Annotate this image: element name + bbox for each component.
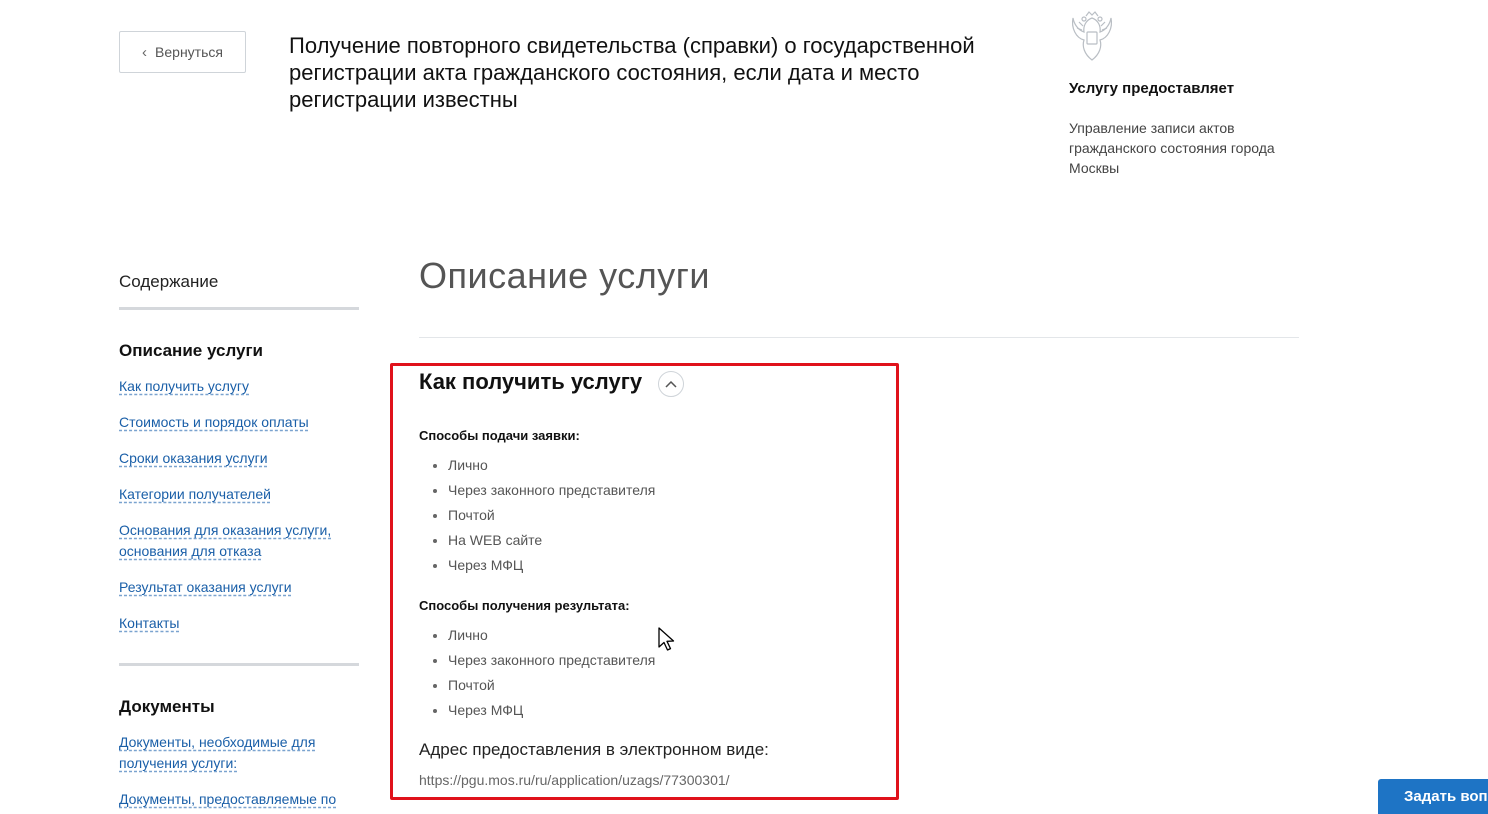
chevron-up-icon bbox=[665, 380, 677, 388]
toc-link-result[interactable]: Результат оказания услуги bbox=[119, 577, 359, 598]
mouse-cursor-icon bbox=[658, 627, 675, 651]
submission-methods-list: Лично Через законного представителя Почт… bbox=[431, 453, 655, 578]
ask-question-label: Задать вопрос bbox=[1404, 788, 1488, 805]
toc-section-documents[interactable]: Документы bbox=[119, 697, 215, 717]
toc-link-recipients[interactable]: Категории получателей bbox=[119, 484, 359, 505]
toc-section-description[interactable]: Описание услуги bbox=[119, 341, 263, 361]
list-item: Почтой bbox=[431, 673, 655, 698]
back-button-label: Вернуться bbox=[155, 44, 223, 60]
result-methods-label: Способы получения результата: bbox=[419, 598, 630, 613]
provider-label: Услугу предоставляет bbox=[1069, 80, 1235, 97]
list-item: Лично bbox=[431, 453, 655, 478]
toc-link-provided-docs[interactable]: Документы, предоставляемые по bbox=[119, 789, 359, 810]
toc-link-terms[interactable]: Сроки оказания услуги bbox=[119, 448, 359, 469]
submission-methods-label: Способы подачи заявки: bbox=[419, 428, 580, 443]
service-title: Получение повторного свидетельства (спра… bbox=[289, 33, 975, 112]
ask-question-widget[interactable]: Задать вопрос bbox=[1378, 779, 1488, 814]
list-item: Через законного представителя bbox=[431, 478, 655, 503]
list-item: Лично bbox=[431, 623, 655, 648]
list-item: На WEB сайте bbox=[431, 528, 655, 553]
toc-title: Содержание bbox=[119, 272, 219, 291]
chevron-left-icon: ‹ bbox=[142, 43, 148, 61]
electronic-address-label: Адрес предоставления в электронном виде: bbox=[419, 740, 769, 759]
russian-coat-of-arms-icon bbox=[1071, 11, 1113, 61]
toc-link-contacts[interactable]: Контакты bbox=[119, 613, 359, 634]
provider-name: Управление записи актов гражданского сос… bbox=[1069, 120, 1275, 176]
toc-link-grounds[interactable]: Основания для оказания услуги, основания… bbox=[119, 520, 359, 562]
toc-link-required-docs[interactable]: Документы, необходимые для получения усл… bbox=[119, 732, 359, 774]
section-heading: Описание услуги bbox=[419, 255, 710, 296]
list-item: Почтой bbox=[431, 503, 655, 528]
result-methods-list: Лично Через законного представителя Почт… bbox=[431, 623, 655, 723]
back-button[interactable]: ‹ Вернуться bbox=[119, 31, 246, 73]
toc-link-how-to-get[interactable]: Как получить услугу bbox=[119, 376, 359, 397]
subsection-heading[interactable]: Как получить услугу bbox=[419, 369, 642, 395]
list-item: Через МФЦ bbox=[431, 698, 655, 723]
list-item: Через МФЦ bbox=[431, 553, 655, 578]
electronic-address-url[interactable]: https://pgu.mos.ru/ru/application/uzags/… bbox=[419, 772, 730, 788]
toc-divider bbox=[119, 307, 359, 310]
section-divider bbox=[419, 337, 1299, 338]
toc-divider bbox=[119, 663, 359, 666]
collapse-toggle-button[interactable] bbox=[658, 371, 684, 397]
list-item: Через законного представителя bbox=[431, 648, 655, 673]
toc-link-cost[interactable]: Стоимость и порядок оплаты bbox=[119, 412, 359, 433]
